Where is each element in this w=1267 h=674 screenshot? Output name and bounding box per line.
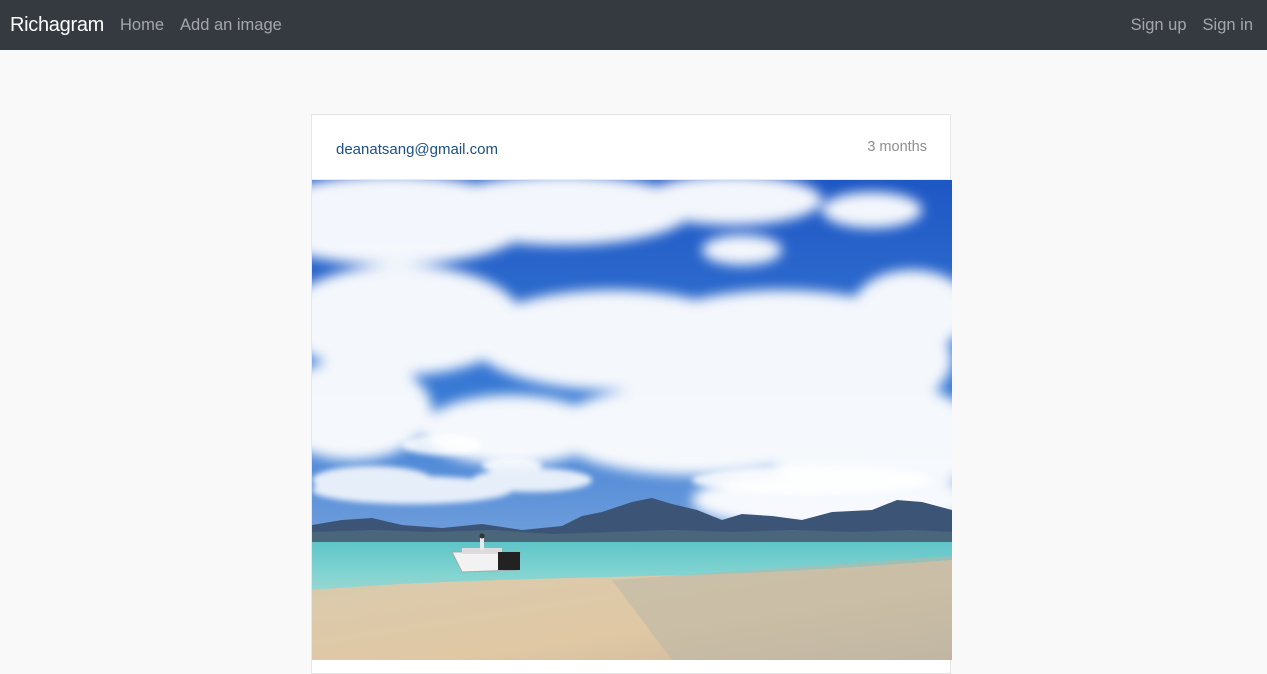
nav-link-sign-in[interactable]: Sign in [1203, 16, 1253, 35]
nav-right: Sign up Sign in [1115, 16, 1253, 35]
post-author-link[interactable]: deanatsang@gmail.com [336, 141, 498, 158]
post-card: deanatsang@gmail.com 3 months [311, 114, 952, 674]
nav-link-sign-up[interactable]: Sign up [1131, 16, 1187, 35]
nav-link-add-image[interactable]: Add an image [180, 16, 282, 35]
post-timestamp: 3 months [867, 139, 927, 155]
navbar: Richagram Home Add an image Sign up Sign… [0, 0, 1267, 50]
nav-link-home[interactable]: Home [120, 16, 164, 35]
post-image[interactable] [312, 180, 952, 660]
brand-logo[interactable]: Richagram [10, 14, 104, 37]
nav-left: Home Add an image [120, 16, 298, 35]
beach-photo-icon [312, 180, 952, 660]
post-header: deanatsang@gmail.com 3 months [312, 115, 950, 180]
